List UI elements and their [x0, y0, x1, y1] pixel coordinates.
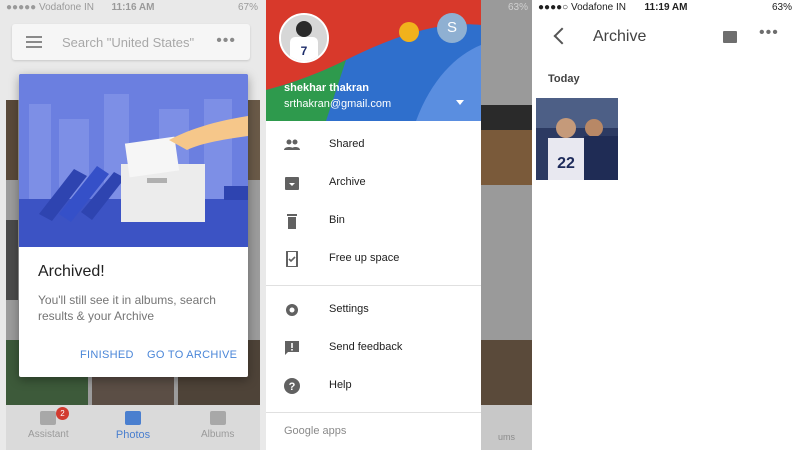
- albums-tab-label: ums: [497, 432, 515, 442]
- svg-text:22: 22: [557, 155, 575, 172]
- menu-divider: [266, 285, 481, 286]
- menu-item-archive[interactable]: Archive: [266, 164, 481, 202]
- tab-albums[interactable]: Albums: [175, 405, 260, 450]
- menu-item-free-up-space[interactable]: Free up space: [266, 240, 481, 278]
- bin-icon: [287, 214, 297, 229]
- status-bar: ●●●●● Vodafone IN 11:16 AM 67%: [0, 0, 266, 16]
- tab-label: Albums: [201, 429, 235, 440]
- more-icon[interactable]: •••: [216, 32, 236, 50]
- back-arrow-icon[interactable]: [553, 27, 571, 45]
- albums-icon: [209, 411, 226, 425]
- archived-dialog: Archived! You'll still see it in albums,…: [19, 74, 248, 377]
- drawer-header[interactable]: 7 S shekhar thakran srthakran@gmail.com: [266, 0, 481, 121]
- svg-text:7: 7: [301, 44, 308, 58]
- finished-button[interactable]: FINISHED: [80, 349, 134, 361]
- battery-text: 63%: [507, 2, 528, 13]
- feedback-icon: [285, 341, 299, 355]
- page-title: Archive: [593, 28, 647, 45]
- notification-badge: 2: [56, 407, 69, 420]
- gear-icon: [286, 304, 298, 316]
- section-heading: Today: [548, 73, 580, 85]
- archived-photo-thumbnail[interactable]: 22: [536, 98, 618, 180]
- assistant-icon: [40, 411, 57, 425]
- people-icon: [284, 139, 300, 150]
- battery-text: 67%: [237, 2, 258, 13]
- clock: 11:16 AM: [111, 2, 155, 13]
- archive-screen: ●●●●○ Vodafone IN 11:19 AM 63% Archive •…: [532, 0, 800, 450]
- menu-item-label: Archive: [329, 176, 366, 188]
- drawer-menu: Shared Archive Bin Free up space Setting…: [266, 121, 481, 450]
- menu-item-label: Send feedback: [329, 341, 403, 353]
- menu-item-label: Settings: [329, 303, 369, 315]
- more-icon[interactable]: •••: [759, 24, 779, 42]
- menu-icon[interactable]: [26, 36, 42, 48]
- menu-item-label: Help: [329, 379, 352, 391]
- user-email: srthakran@gmail.com: [284, 98, 392, 110]
- svg-text:?: ?: [289, 381, 296, 393]
- go-to-archive-button[interactable]: GO TO ARCHIVE: [147, 349, 237, 361]
- phone-check-icon: [286, 251, 298, 267]
- avatar[interactable]: 7: [279, 13, 329, 63]
- app-bar: Archive •••: [532, 18, 800, 58]
- dialog-message: You'll still see it in albums, search re…: [38, 293, 216, 323]
- google-apps-heading: Google apps: [284, 425, 347, 437]
- user-name: shekhar thakran: [284, 82, 369, 94]
- menu-item-label: Shared: [329, 138, 365, 150]
- menu-item-settings[interactable]: Settings: [266, 291, 481, 329]
- menu-item-bin[interactable]: Bin: [266, 202, 481, 240]
- archive-illustration: [19, 74, 248, 247]
- menu-divider: [266, 412, 481, 413]
- menu-item-help[interactable]: ? Help: [266, 367, 481, 405]
- secondary-account-avatar[interactable]: S: [437, 13, 467, 43]
- search-placeholder[interactable]: Search "United States": [62, 35, 194, 50]
- photos-icon: [125, 411, 141, 425]
- bottom-tab-bar: 2 Assistant Photos Albums: [6, 405, 260, 450]
- menu-item-label: Bin: [329, 214, 345, 226]
- menu-item-shared[interactable]: Shared: [266, 126, 481, 164]
- battery-text: 63%: [771, 2, 792, 13]
- search-bar[interactable]: Search "United States" •••: [12, 24, 250, 60]
- menu-item-send-feedback[interactable]: Send feedback: [266, 329, 481, 367]
- dimmed-background[interactable]: 63% ums: [481, 0, 532, 450]
- status-bar: ●●●●○ Vodafone IN 11:19 AM 63%: [532, 0, 800, 16]
- navigation-drawer-screen: 63% ums 7 S shekhar thakran srthakran@gm…: [266, 0, 532, 450]
- add-photo-icon[interactable]: [723, 31, 737, 43]
- account-switcher-icon[interactable]: [456, 100, 464, 105]
- clock: 11:19 AM: [644, 2, 688, 13]
- archive-icon: [285, 177, 299, 190]
- photos-screen: ●●●●● Vodafone IN 11:16 AM 67% Search "U…: [0, 0, 266, 450]
- menu-item-label: Free up space: [329, 252, 400, 264]
- tab-label: Assistant: [28, 429, 69, 440]
- tab-label: Photos: [115, 429, 151, 441]
- dialog-title: Archived!: [38, 263, 105, 280]
- tab-photos[interactable]: Photos: [91, 405, 176, 450]
- tab-assistant[interactable]: 2 Assistant: [6, 405, 91, 450]
- help-icon: ?: [284, 378, 300, 394]
